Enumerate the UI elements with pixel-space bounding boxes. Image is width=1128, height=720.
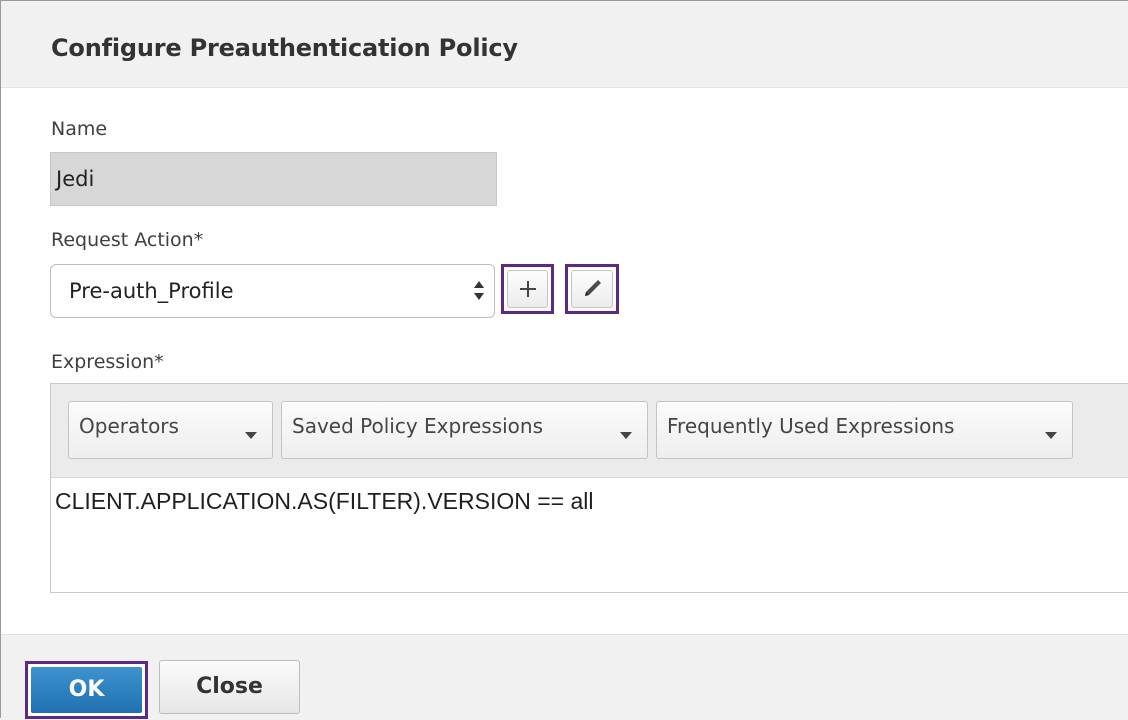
frequently-used-expressions-dropdown[interactable]: Frequently Used Expressions <box>656 401 1073 459</box>
edit-request-action-button[interactable] <box>565 264 619 314</box>
select-updown-icon <box>474 281 484 300</box>
ok-button[interactable]: OK <box>25 661 148 719</box>
operators-dropdown-label: Operators <box>79 414 179 438</box>
name-field[interactable]: Jedi <box>50 152 497 206</box>
expression-toolbar: Operators Saved Policy Expressions Frequ… <box>51 384 1128 478</box>
dialog-footer: OK Close <box>1 634 1128 720</box>
ok-button-label: OK <box>31 667 142 713</box>
request-action-selected-value: Pre-auth_Profile <box>69 279 234 303</box>
pencil-icon <box>585 280 601 296</box>
chevron-down-icon <box>1045 432 1057 439</box>
operators-dropdown[interactable]: Operators <box>68 401 273 459</box>
chevron-down-icon <box>245 432 257 439</box>
saved-policy-expressions-dropdown[interactable]: Saved Policy Expressions <box>281 401 648 459</box>
close-button[interactable]: Close <box>159 660 300 714</box>
request-action-label: Request Action* <box>51 229 204 251</box>
expression-editor: Operators Saved Policy Expressions Frequ… <box>50 383 1128 593</box>
chevron-down-icon <box>620 432 632 439</box>
saved-policy-expressions-label: Saved Policy Expressions <box>292 414 544 438</box>
expression-label: Expression* <box>51 351 164 373</box>
plus-icon <box>519 281 536 297</box>
frequently-used-expressions-label: Frequently Used Expressions <box>667 414 955 438</box>
add-request-action-button[interactable] <box>501 264 554 314</box>
name-label: Name <box>51 118 108 140</box>
request-action-select[interactable]: Pre-auth_Profile <box>50 264 495 318</box>
preauth-policy-dialog: Configure Preauthentication Policy Name … <box>0 0 1128 720</box>
expression-textarea[interactable]: CLIENT.APPLICATION.AS(FILTER).VERSION ==… <box>55 488 594 515</box>
dialog-header: Configure Preauthentication Policy <box>1 1 1128 88</box>
dialog-title: Configure Preauthentication Policy <box>51 34 518 62</box>
